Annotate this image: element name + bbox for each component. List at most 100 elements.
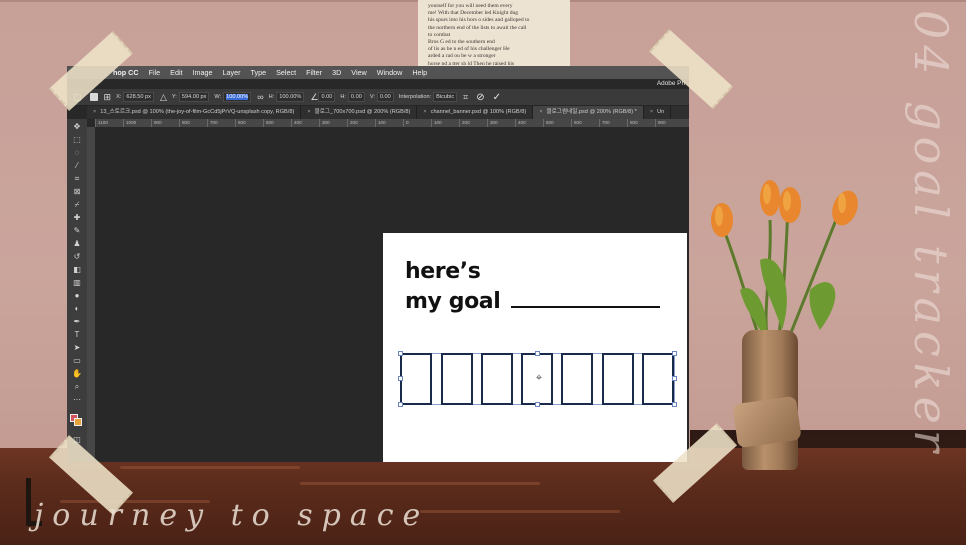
cancel-transform-icon[interactable]: ⊘: [476, 92, 484, 103]
ruler-tick: 100: [375, 119, 403, 127]
healing-tool-icon[interactable]: ✚: [69, 212, 85, 223]
reference-point-checkbox[interactable]: [89, 93, 98, 101]
menu-window[interactable]: Window: [377, 68, 403, 77]
menu-file[interactable]: File: [149, 68, 161, 77]
doc-tab[interactable]: × 13_스토르크.psd @ 100% (the-joy-of-film-GcC…: [87, 106, 302, 119]
dodge-tool-icon[interactable]: ◐: [69, 303, 85, 314]
w-label: W:: [214, 94, 222, 100]
transform-handle[interactable]: [398, 402, 403, 407]
transform-handle[interactable]: [672, 376, 677, 381]
shape-tool-icon[interactable]: ▭: [69, 355, 85, 366]
options-bar: ▢ ⊞ X: 628.50 px △ Y: 594.00 px W: 100.0…: [67, 89, 689, 106]
interpolation-select[interactable]: Bicubic: [433, 92, 458, 102]
transform-handle[interactable]: [398, 376, 403, 381]
doc-tab-active[interactable]: × 블로그썸네일.psd @ 200% (RGB/8) *: [533, 106, 644, 119]
stamp-tool-icon[interactable]: ♟: [69, 238, 85, 249]
artboard[interactable]: here’s my goal ⌖: [383, 233, 687, 462]
transform-handle[interactable]: [535, 351, 540, 356]
close-icon[interactable]: ×: [423, 109, 426, 115]
transform-handle[interactable]: [398, 351, 403, 356]
vertical-ruler: [87, 127, 95, 462]
doc-tab[interactable]: × 블로그_700x700.psd @ 200% (RGB/8): [301, 106, 418, 119]
menu-type[interactable]: Type: [251, 68, 267, 77]
ruler-tick: 700: [599, 119, 627, 127]
reference-point-icon[interactable]: ⊞: [104, 92, 112, 103]
ruler-tick: 500: [263, 119, 291, 127]
gradient-tool-icon[interactable]: ▥: [69, 277, 85, 288]
blur-tool-icon[interactable]: ●: [69, 290, 85, 301]
marquee-tool-icon[interactable]: ⬚: [69, 134, 85, 145]
eraser-tool-icon[interactable]: ◧: [69, 264, 85, 275]
menu-view[interactable]: View: [351, 68, 366, 77]
lasso-tool-icon[interactable]: ◌: [69, 147, 85, 158]
heading-line-2: my goal: [405, 289, 501, 314]
transform-handle[interactable]: [672, 402, 677, 407]
commit-transform-icon[interactable]: ✓: [493, 92, 501, 103]
close-icon[interactable]: ×: [93, 109, 96, 115]
goal-box: [642, 353, 674, 405]
path-select-tool-icon[interactable]: ➤: [69, 342, 85, 353]
delta-icon[interactable]: △: [160, 92, 167, 103]
bottom-script-caption: journey to space: [34, 498, 430, 533]
doc-tab[interactable]: × Un: [644, 106, 672, 119]
warp-icon[interactable]: ⌗: [463, 92, 468, 103]
width-value: 100.00%: [226, 94, 249, 100]
menu-filter[interactable]: Filter: [306, 68, 322, 77]
close-icon[interactable]: ×: [307, 109, 310, 115]
transform-handle[interactable]: [535, 402, 540, 407]
close-icon[interactable]: ×: [539, 109, 542, 115]
menu-edit[interactable]: Edit: [170, 68, 182, 77]
v-skew-field[interactable]: 0.00: [376, 92, 394, 102]
ruler-tick: 800: [179, 119, 207, 127]
move-tool-icon[interactable]: ✥: [69, 121, 85, 132]
goal-box: [441, 353, 473, 405]
pen-tool-icon[interactable]: ✒: [69, 316, 85, 327]
ruler-tick: 900: [151, 119, 179, 127]
y-label: Y:: [171, 94, 177, 100]
brush-tool-icon[interactable]: ✎: [69, 225, 85, 236]
ruler-tick: 600: [571, 119, 599, 127]
ruler-tick: 600: [235, 119, 263, 127]
doc-tab-label: Un: [657, 109, 665, 115]
reference-point-icon[interactable]: ⌖: [533, 372, 545, 384]
app-name-menu[interactable]: hop CC: [113, 68, 139, 77]
doc-tab-label: 블로그_700x700.psd @ 200% (RGB/8): [314, 109, 411, 115]
magic-wand-tool-icon[interactable]: ⁄: [69, 160, 85, 171]
ruler-tick: 0: [403, 119, 431, 127]
y-position-field[interactable]: 594.00 px: [178, 92, 210, 102]
menu-layer[interactable]: Layer: [223, 68, 241, 77]
height-field[interactable]: 100.00%: [276, 92, 305, 102]
vertical-script-title: 04 goal tracker: [904, 10, 958, 458]
menu-bar: hop CC File Edit Image Layer Type Select…: [67, 66, 689, 79]
h-skew-field[interactable]: 0.00: [347, 92, 365, 102]
transform-handle[interactable]: [672, 351, 677, 356]
type-tool-icon[interactable]: T: [69, 329, 85, 340]
hand-tool-icon[interactable]: ✋: [69, 368, 85, 379]
menu-help[interactable]: Help: [412, 68, 427, 77]
background-color-swatch[interactable]: [74, 418, 82, 426]
width-field[interactable]: 100.00%: [223, 92, 252, 102]
close-icon[interactable]: ×: [650, 109, 653, 115]
doc-tab-label: 블로그썸네일.psd @ 200% (RGB/8) *: [546, 109, 637, 115]
link-icon[interactable]: ∞: [257, 92, 263, 102]
x-position-field[interactable]: 628.50 px: [123, 92, 154, 102]
menu-select[interactable]: Select: [276, 68, 296, 77]
menu-3d[interactable]: 3D: [332, 68, 341, 77]
vase-ribbon: [732, 395, 802, 449]
goal-box: [602, 353, 634, 405]
interpolation-label: Interpolation:: [398, 94, 432, 100]
history-brush-icon[interactable]: ↺: [69, 251, 85, 262]
more-tools-icon[interactable]: ⋯: [69, 394, 85, 405]
angle-field[interactable]: 0.00: [318, 92, 336, 102]
eyedropper-tool-icon[interactable]: ⌿: [69, 199, 85, 210]
ruler-tick: 1000: [123, 119, 151, 127]
ruler-tick: 500: [543, 119, 571, 127]
goal-box: [481, 353, 513, 405]
frame-tool-icon[interactable]: ⊠: [69, 186, 85, 197]
menu-image[interactable]: Image: [193, 68, 213, 77]
doc-tab[interactable]: × channel_banner.psd @ 100% (RGB/8): [417, 106, 534, 119]
crop-tool-icon[interactable]: ⌗: [69, 173, 85, 184]
ruler-tick: 200: [347, 119, 375, 127]
book-line: the northern end of the lists to await t…: [428, 24, 527, 31]
zoom-tool-icon[interactable]: ⌕: [69, 381, 85, 392]
